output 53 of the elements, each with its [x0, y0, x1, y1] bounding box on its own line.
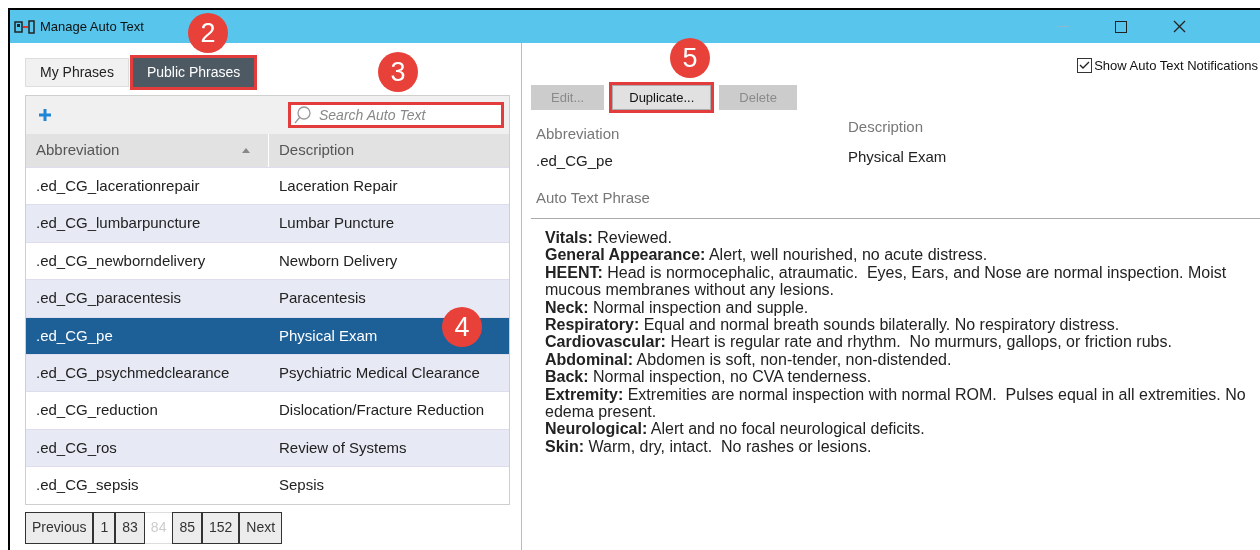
page-button[interactable]: Next [239, 511, 283, 544]
search-icon [294, 106, 312, 124]
table-cell-text: .ed_CG_paracentesis [36, 288, 182, 309]
page-button[interactable]: Previous [25, 511, 94, 544]
table-cell-text: Newborn Delivery [279, 250, 398, 271]
table-cell-text: .ed_CG_lumbarpuncture [36, 213, 201, 234]
field-label: Description [848, 117, 925, 137]
page-button[interactable]: 83 [115, 511, 145, 544]
page-button[interactable]: 152 [202, 511, 240, 544]
table-cell-text: .ed_CG_pe [36, 325, 113, 346]
table-cell-text: Paracentesis [279, 288, 366, 309]
checkbox-label[interactable]: Show Auto Text Notifications [1094, 55, 1258, 75]
table-cell-text: Physical Exam [279, 325, 378, 346]
description-value: Physical Exam [848, 146, 948, 167]
table-cell-text: Laceration Repair [279, 175, 398, 196]
callout-badge: 5 [670, 38, 710, 78]
action-button[interactable]: Duplicate... [612, 85, 712, 110]
table-cell-text: Review of Systems [279, 437, 407, 458]
field-label: Abbreviation [536, 124, 621, 144]
phrase-text: Vitals: Reviewed. General Appearance: Alert, well nourished, no acute distress. HEENT: Head is normocephalic, atraumatic. Eyes, Ears, and Nose are normal inspection. Moist mucous membranes without any lesions. Neck: Normal inspection and supple. Respiratory: Equal and normal breath sounds bilaterally. No respiratory distress. Cardiovascular: Heart is regular rate and rhythm. No murmurs, gallops, or friction rubs. Abdominal: Abdomen is soft, non-tender, non-distended. Back: Normal inspection, no CVA tenderness. Extremity: Extremities are normal inspection with normal ROM. Pulses equal in all extremities. No edema present. Neurological: Alert and no focal neurological deficits. Skin: Warm, dry, intact. No rashes or lesions. [544, 228, 1247, 456]
callout-badge: 2 [188, 13, 228, 53]
table-cell-text: .ed_CG_newborndelivery [36, 250, 206, 271]
add-icon[interactable] [38, 108, 52, 122]
sort-icon [242, 148, 250, 153]
page-button[interactable]: 1 [93, 511, 116, 544]
table-cell-text: .ed_CG_lacerationrepair [36, 175, 200, 196]
column-label: Abbreviation [36, 140, 120, 161]
maximize-icon[interactable] [1115, 20, 1127, 33]
table-row[interactable]: .ed_CG_ros Review of Systems [26, 428, 509, 467]
table-cell-text: .ed_CG_reduction [36, 400, 158, 421]
page-button[interactable]: 85 [172, 511, 202, 544]
tab[interactable]: My Phrases [25, 58, 129, 87]
window-title: Manage Auto Text [40, 17, 144, 36]
abbreviation-value: .ed_CG_pe [536, 150, 614, 171]
table-cell-text: Lumbar Puncture [279, 213, 395, 234]
close-icon[interactable] [1173, 20, 1186, 33]
tab[interactable]: Public Phrases [132, 58, 255, 87]
table-cell-text: Psychiatric Medical Clearance [279, 362, 480, 383]
table-cell-text: .ed_CG_psychmedclearance [36, 362, 230, 383]
table-cell-text: .ed_CG_ros [36, 437, 117, 458]
column-header[interactable]: Description [269, 134, 509, 167]
app-icon [14, 19, 36, 34]
table-cell-text: Dislocation/Fracture Reduction [279, 400, 485, 421]
table-cell-text: .ed_CG_sepsis [36, 475, 139, 496]
callout-badge: 3 [378, 52, 418, 92]
column-label: Description [279, 140, 355, 161]
table-row[interactable]: .ed_CG_paracentesis Paracentesis [26, 279, 509, 317]
field-label: Auto Text Phrase [535, 188, 650, 208]
table-cell-text: Sepsis [279, 475, 325, 496]
checkbox[interactable] [1077, 57, 1093, 73]
table-row[interactable]: .ed_CG_lumbarpuncture Lumbar Puncture [26, 204, 509, 242]
search-field[interactable]: Search Auto Text [288, 102, 504, 128]
table-row[interactable]: .ed_CG_psychmedclearance Psychiatric Medical Clearance [26, 353, 509, 392]
